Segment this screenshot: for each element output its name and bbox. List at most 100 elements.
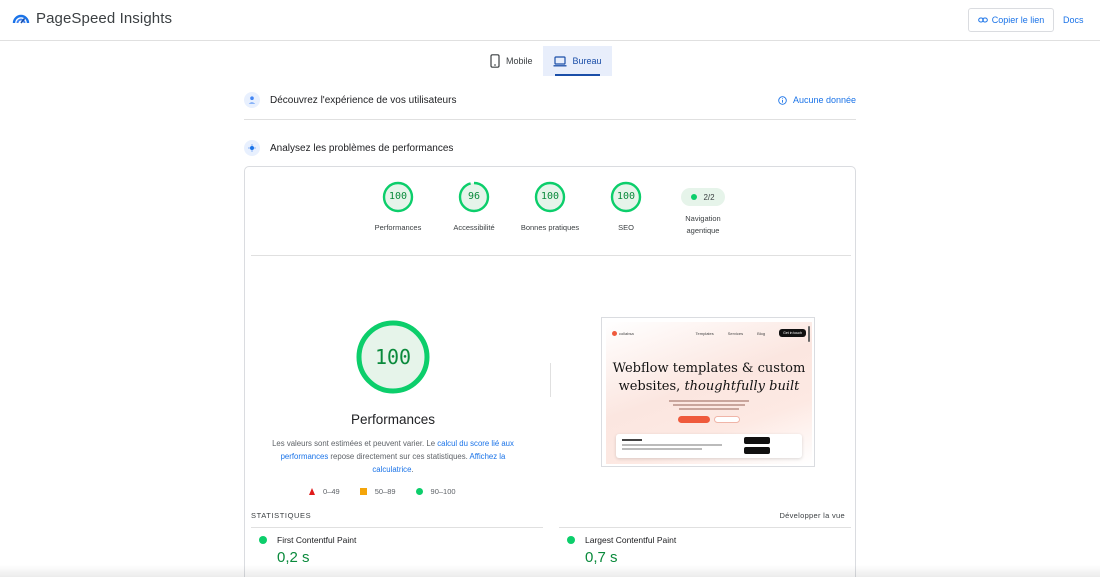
screenshot-page: collabsa Templates Services Blog Get in … [606,322,812,464]
copy-link-button[interactable]: Copier le lien [968,8,1054,32]
metric-value: 0,7 s [585,549,618,566]
section-divider [244,119,856,120]
thumb-scrollbar [808,326,810,342]
stats-divider [251,527,543,528]
thumb-cta: Get in touch [779,329,806,337]
desc-text: . [411,465,414,474]
gauge-best-practices[interactable]: 100 Bonnes pratiques [510,181,590,234]
box-button [744,447,770,454]
agentic-label-line1: Navigation [685,214,721,223]
box-line [622,448,702,450]
headline-plain: websites, [618,379,685,394]
gauge-seo[interactable]: 100 SEO [586,181,666,234]
thumb-nav: collabsa Templates Services Blog Get in … [612,328,806,338]
thumb-subtext [669,398,749,412]
gauge-label: SEO [618,223,634,232]
score-value: 100 [388,191,408,202]
report-card: 100 Performances 96 Accessibilité 100 Bo… [244,166,856,577]
thumb-cookie-box [616,434,802,458]
vertical-separator [550,363,551,397]
thumb-logo: collabsa [612,330,634,336]
score-ring: 100 [382,181,414,213]
info-icon [778,95,787,105]
tab-mobile[interactable]: Mobile [480,46,543,76]
thumb-secondary-button [714,416,740,423]
legend-label: 50–89 [374,487,396,496]
thumb-primary-button [678,416,710,423]
app-name: PageSpeed Insights [36,9,173,27]
triangle-icon [309,488,315,495]
gauge-accessibility[interactable]: 96 Accessibilité [434,181,514,234]
headline-line: Webflow templates & custom [612,361,806,376]
tab-mobile-label: Mobile [506,56,533,66]
statistics-heading: STATISTIQUES [251,511,312,520]
gauges-divider [251,255,851,256]
box-line [622,444,722,446]
expand-view-toggle[interactable]: Développer la vue [779,511,845,520]
brand[interactable]: PageSpeed Insights [12,9,172,27]
square-icon [359,488,367,495]
pass-dot-icon [259,536,267,544]
circle-icon [415,488,423,495]
score-ring: 100 [534,181,566,213]
thumb-logo-text: collabsa [619,330,634,336]
headline-italic: thoughtfully built [684,379,800,394]
score-gauges: 100 Performances 96 Accessibilité 100 Bo… [245,181,857,261]
gauge-label: Performances [374,223,422,232]
legend-label: 90–100 [430,487,456,496]
smartphone-icon [490,54,500,68]
diagnose-icon [244,140,260,156]
performance-big-gauge: 100 [355,319,431,395]
pass-dot-icon [567,536,575,544]
metric-label: Largest Contentful Paint [585,535,677,545]
logo-mark-icon [612,330,617,336]
gauge-performance[interactable]: 100 Performances [358,181,438,234]
score-value: 100 [616,191,636,202]
legend-label: 0–49 [323,487,340,496]
thumb-links: Templates Services Blog Get in touch [696,329,806,337]
legend-fail: 0–49 [309,487,340,496]
thumb-link: Services [727,330,744,336]
tab-desktop[interactable]: Bureau [542,46,612,76]
docs-link[interactable]: Docs [1063,15,1084,25]
score-ring: 96 [458,181,490,213]
tab-desktop-label: Bureau [572,56,602,66]
no-data-status[interactable]: Aucune donnée [778,95,856,105]
score-value: 96 [467,191,481,202]
no-data-label: Aucune donnée [792,95,856,105]
metric-lcp: Largest Contentful Paint 0,7 s [567,535,676,566]
gauge-label: Accessibilité [453,223,495,232]
score-value: 100 [540,191,560,202]
score-ring: 100 [610,181,642,213]
performance-score: 100 [374,345,412,369]
stats-divider [559,527,851,528]
metric-name: First Contentful Paint [259,535,356,545]
metric-fcp: First Contentful Paint 0,2 s [259,535,356,566]
thumb-buttons [678,416,740,423]
gauge-agentic-navigation[interactable]: 2/2 Navigation agentique [663,181,743,237]
performance-title: Performances [350,412,436,427]
lab-data-title: Analysez les problèmes de performances [270,142,454,154]
link-icon [977,17,988,23]
device-tabs: Mobile Bureau [480,46,612,76]
field-data-title: Découvrez l'expérience de vos utilisateu… [270,94,457,106]
score-legend: 0–49 50–89 90–100 [309,487,456,496]
users-icon [244,92,260,108]
agentic-label-line2: agentique [686,226,720,235]
metric-name: Largest Contentful Paint [567,535,676,545]
laptop-icon [553,55,567,66]
metric-label: First Contentful Paint [277,535,357,545]
statistics-header: STATISTIQUES Développer la vue [251,511,845,520]
metric-value: 0,2 s [277,549,310,566]
thumb-link: Blog [757,330,766,336]
headline-line: websites, thoughtfully built [606,378,812,396]
agentic-pill: 2/2 [681,188,725,206]
box-button [744,437,770,444]
field-data-row: Découvrez l'expérience de vos utilisateu… [244,92,856,108]
final-screenshot[interactable]: collabsa Templates Services Blog Get in … [601,317,815,467]
pagespeed-logo-icon [12,14,30,24]
bottom-fade [0,565,1100,577]
desc-text: repose directement sur ces statistiques. [328,452,470,461]
gauge-label: Navigation agentique [663,213,743,237]
pass-dot-icon [691,194,698,200]
